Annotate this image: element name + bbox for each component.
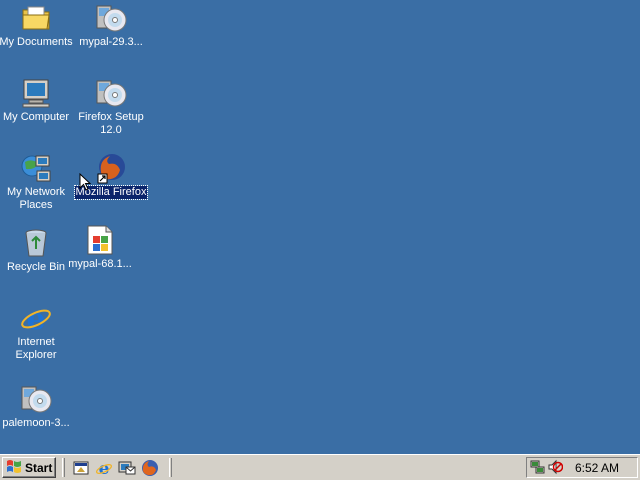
desktop-icon-label: My Documents	[0, 36, 73, 48]
desktop-icon-my-network-places[interactable]: My Network Places	[0, 152, 74, 212]
installer-cd-icon	[20, 383, 52, 415]
desktop-icon-palemoon[interactable]: palemoon-3...	[0, 383, 74, 430]
desktop-icon-internet-explorer[interactable]: e Internet Explorer	[0, 302, 74, 362]
taskbar-clock[interactable]: 6:52 AM	[575, 461, 619, 475]
desktop-icon-label: mypal-29.3...	[79, 36, 143, 48]
svg-text:e: e	[26, 302, 45, 334]
outlook-express-icon[interactable]	[118, 459, 136, 477]
toolbar-grip[interactable]	[169, 458, 172, 477]
desktop-icon-label: My Network Places	[6, 186, 66, 211]
desktop-icon-label: Internet Explorer	[15, 336, 57, 361]
folder-documents-icon	[20, 2, 52, 34]
windows-logo-icon	[6, 459, 22, 476]
computer-monitor-icon	[20, 77, 52, 109]
taskbar: Start e 6:52 AM	[0, 454, 640, 480]
desktop[interactable]: My Documents mypal-29.3... My Computer F…	[0, 0, 640, 454]
internet-explorer-icon: e	[20, 302, 52, 337]
desktop-icon-label: Recycle Bin	[6, 261, 66, 273]
network-connection-icon[interactable]	[530, 459, 546, 480]
firefox-icon[interactable]	[141, 459, 159, 477]
desktop-icon-label: mypal-68.1...	[68, 258, 132, 270]
windows-installer-file-icon	[84, 224, 116, 256]
installer-cd-icon	[95, 77, 127, 109]
start-label: Start	[25, 460, 53, 475]
internet-explorer-icon[interactable]: e	[95, 459, 113, 479]
desktop-icon-mypal-29[interactable]: mypal-29.3...	[73, 2, 149, 49]
mouse-cursor-icon	[79, 172, 92, 197]
desktop-icon-label: palemoon-3...	[2, 417, 70, 429]
firefox-shortcut-icon	[95, 152, 127, 184]
installer-cd-icon	[95, 2, 127, 34]
desktop-icon-label: Firefox Setup 12.0	[78, 111, 144, 136]
network-places-icon	[20, 152, 52, 184]
desktop-icon-label: My Computer	[2, 111, 70, 123]
desktop-icon-my-computer[interactable]: My Computer	[0, 77, 74, 124]
system-tray: 6:52 AM	[526, 457, 638, 478]
toolbar-grip[interactable]	[62, 458, 65, 477]
start-button[interactable]: Start	[2, 457, 56, 478]
desktop-icon-mypal-68[interactable]: mypal-68.1...	[62, 224, 138, 271]
show-desktop-icon[interactable]	[72, 459, 90, 477]
desktop-icon-my-documents[interactable]: My Documents	[0, 2, 74, 49]
volume-muted-icon[interactable]	[547, 459, 564, 480]
recycle-bin-icon	[20, 227, 52, 259]
desktop-icon-firefox-setup[interactable]: Firefox Setup 12.0	[73, 77, 149, 137]
